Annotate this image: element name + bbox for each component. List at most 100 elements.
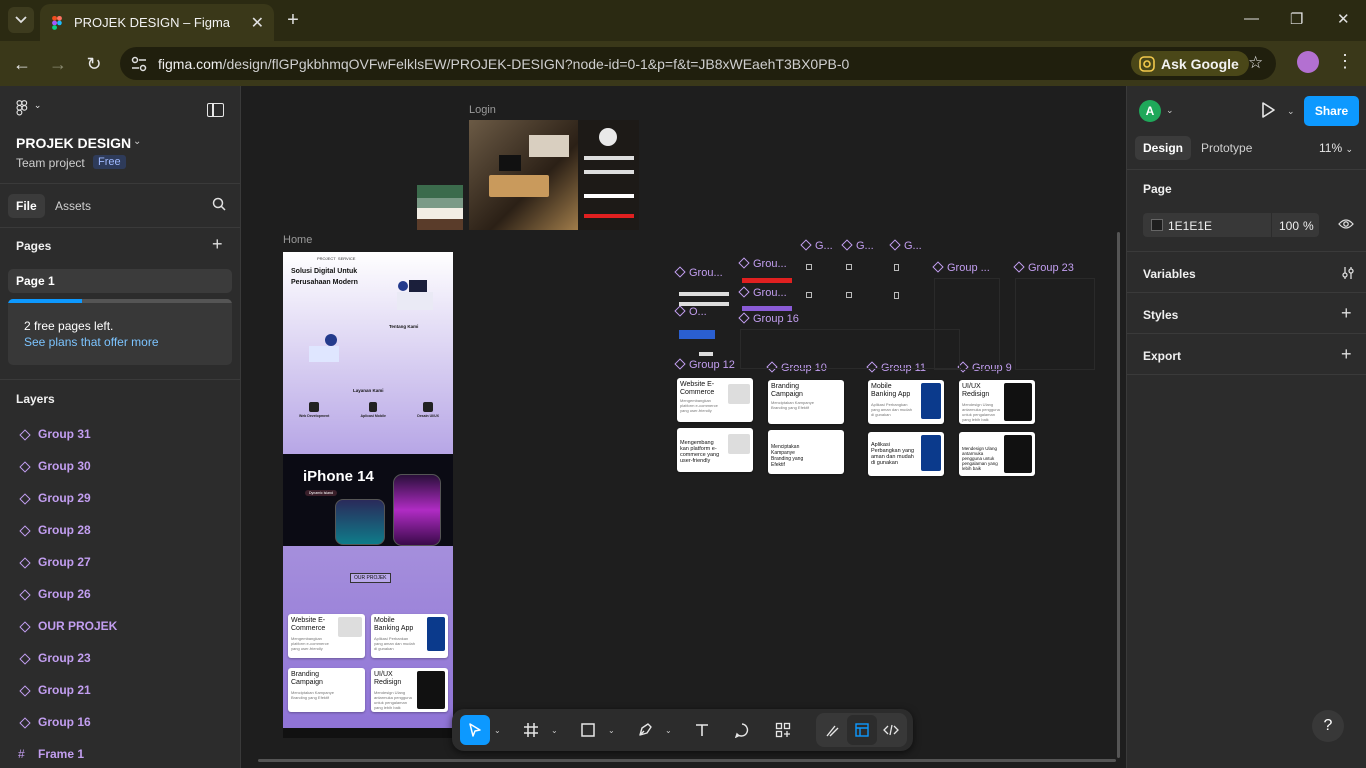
site-settings-icon[interactable] bbox=[130, 55, 148, 73]
home-frame[interactable]: PROJECT SERVICE Solusi Digital Untuk Per… bbox=[283, 252, 453, 738]
help-button[interactable]: ? bbox=[1312, 710, 1344, 742]
see-plans-link[interactable]: See plans that offer more bbox=[24, 335, 159, 349]
bookmark-star-icon[interactable]: ☆ bbox=[1248, 53, 1263, 73]
tab-design[interactable]: Design bbox=[1135, 136, 1192, 160]
component-group[interactable] bbox=[934, 278, 1000, 370]
layer-item[interactable]: Group 30 bbox=[18, 458, 91, 474]
visibility-eye-icon[interactable] bbox=[1338, 218, 1354, 230]
board-card[interactable]: Aplikasi Perbangkan yang aman dan mudah … bbox=[868, 432, 944, 476]
draw-mode-button[interactable] bbox=[818, 715, 848, 745]
board-card[interactable]: Website E-Commerce Mengembangkan platform… bbox=[677, 378, 753, 422]
design-mode-button[interactable] bbox=[847, 715, 877, 745]
dev-mode-button[interactable] bbox=[876, 715, 906, 745]
component-group[interactable] bbox=[677, 282, 733, 364]
tab-search-button[interactable] bbox=[8, 7, 34, 33]
group-label[interactable]: G... bbox=[841, 239, 874, 252]
project-name[interactable]: PROJEK DESIGN bbox=[16, 135, 131, 151]
frame-tool-button[interactable] bbox=[516, 715, 546, 745]
board-card[interactable]: Mobile Banking App Aplikasi Perbangkan ya… bbox=[868, 380, 944, 424]
design-canvas[interactable]: Login Home PROJECT SERVICE Solusi Digita… bbox=[241, 86, 1126, 768]
add-page-icon[interactable]: + bbox=[212, 234, 223, 255]
background-hex[interactable]: 1E1E1E bbox=[1168, 219, 1212, 233]
minimize-icon[interactable]: — bbox=[1244, 10, 1259, 27]
wall-frames-shape bbox=[529, 135, 569, 157]
group-label[interactable]: Group 16 bbox=[738, 312, 799, 325]
pen-tool-button[interactable] bbox=[630, 715, 660, 745]
chevron-down-icon[interactable]: ⌄ bbox=[494, 726, 501, 735]
reload-icon[interactable]: ↻ bbox=[82, 52, 106, 76]
chevron-down-icon[interactable]: ⌄ bbox=[665, 726, 672, 735]
vertical-scrollbar[interactable] bbox=[1117, 232, 1120, 758]
layer-item[interactable]: Group 23 bbox=[18, 650, 91, 666]
board-card[interactable]: UI/UX Redisign Mendesign Ulang antarmuka … bbox=[959, 380, 1035, 424]
layer-item[interactable]: Group 27 bbox=[18, 554, 91, 570]
text-tool-button[interactable] bbox=[687, 715, 717, 745]
main-menu-button[interactable]: ⌄ bbox=[16, 100, 46, 120]
profile-avatar[interactable] bbox=[1297, 51, 1319, 73]
component-group[interactable] bbox=[740, 277, 794, 313]
forward-icon[interactable]: → bbox=[46, 52, 70, 76]
background-swatch[interactable] bbox=[1151, 219, 1163, 231]
address-bar[interactable]: figma.com/design/flGPgkbhmqOVFwFelklsEW/… bbox=[120, 47, 1276, 80]
chevron-down-icon[interactable]: ⌄ bbox=[1166, 105, 1174, 116]
zoom-level[interactable]: 11% ⌄ bbox=[1319, 141, 1353, 155]
browser-tab[interactable]: PROJEK DESIGN – Figma ✕ bbox=[40, 4, 274, 41]
share-button[interactable]: Share bbox=[1304, 96, 1359, 126]
back-icon[interactable]: ← bbox=[10, 52, 34, 76]
layer-item[interactable]: # Frame 1 bbox=[18, 746, 84, 762]
group-label[interactable]: Group ... bbox=[932, 261, 990, 274]
chevron-down-icon[interactable]: ⌄ bbox=[608, 726, 615, 735]
layer-item[interactable]: OUR PROJEK bbox=[18, 618, 117, 634]
background-opacity[interactable]: 100 bbox=[1279, 219, 1299, 233]
tab-assets[interactable]: Assets bbox=[47, 194, 99, 218]
browser-menu-icon[interactable]: ⋮ bbox=[1336, 51, 1354, 72]
page-background-field[interactable]: 1E1E1E 100 % bbox=[1143, 213, 1319, 237]
component-group[interactable] bbox=[1015, 278, 1095, 370]
layer-item[interactable]: Group 21 bbox=[18, 682, 91, 698]
add-style-icon[interactable]: + bbox=[1341, 303, 1352, 324]
board-card[interactable]: Mendesign Ulang antarmuka pengguna untuk… bbox=[959, 432, 1035, 476]
group-label[interactable]: G... bbox=[889, 239, 922, 252]
tab-prototype[interactable]: Prototype bbox=[1193, 136, 1260, 160]
chevron-down-icon[interactable]: ⌄ bbox=[551, 726, 558, 735]
icon-groups[interactable] bbox=[804, 252, 924, 326]
new-tab-button[interactable]: + bbox=[282, 9, 304, 31]
layer-item[interactable]: Group 31 bbox=[18, 426, 91, 442]
group-label[interactable]: G... bbox=[800, 239, 833, 252]
variables-settings-icon[interactable] bbox=[1341, 266, 1355, 280]
group-label[interactable]: Group 23 bbox=[1013, 261, 1074, 274]
search-icon[interactable] bbox=[212, 197, 226, 211]
board-card[interactable]: Branding Campaign Menciptakan Kampanye Br… bbox=[768, 380, 844, 424]
board-card[interactable]: Menciptakan Kampanye Branding yang Efekt… bbox=[768, 430, 844, 474]
comment-tool-button[interactable] bbox=[727, 715, 757, 745]
login-frame[interactable] bbox=[469, 120, 639, 230]
actions-tool-button[interactable] bbox=[768, 715, 798, 745]
horizontal-scrollbar[interactable] bbox=[258, 759, 1116, 762]
layer-item[interactable]: Group 29 bbox=[18, 490, 91, 506]
chevron-down-icon[interactable]: ⌄ bbox=[1287, 106, 1295, 117]
frame-label-home[interactable]: Home bbox=[283, 234, 312, 246]
component-group[interactable] bbox=[740, 329, 960, 369]
close-tab-icon[interactable]: ✕ bbox=[251, 13, 264, 33]
close-window-icon[interactable]: ✕ bbox=[1337, 10, 1350, 28]
user-avatar[interactable]: A bbox=[1139, 100, 1161, 122]
layer-item[interactable]: Group 16 bbox=[18, 714, 91, 730]
group-label[interactable]: Grou... bbox=[674, 266, 723, 279]
board-card[interactable]: Mengembang kan platform e-commerce yang … bbox=[677, 428, 753, 472]
group-label[interactable]: Grou... bbox=[738, 257, 787, 270]
layer-item[interactable]: Group 26 bbox=[18, 586, 91, 602]
tab-file[interactable]: File bbox=[8, 194, 45, 218]
frame-label-login[interactable]: Login bbox=[469, 104, 496, 116]
color-swatches[interactable] bbox=[417, 185, 463, 230]
present-play-icon[interactable] bbox=[1261, 102, 1275, 118]
service-label: Desain UI/UX bbox=[417, 414, 439, 418]
chevron-down-icon[interactable]: ⌄ bbox=[133, 136, 141, 147]
add-export-icon[interactable]: + bbox=[1341, 344, 1352, 365]
maximize-icon[interactable]: ❐ bbox=[1290, 10, 1303, 28]
shape-tool-button[interactable] bbox=[573, 715, 603, 745]
toggle-sidebar-icon[interactable] bbox=[207, 103, 224, 117]
page-item-page-1[interactable]: Page 1 bbox=[8, 269, 232, 293]
ask-google-button[interactable]: Ask Google bbox=[1131, 51, 1249, 76]
layer-item[interactable]: Group 28 bbox=[18, 522, 91, 538]
move-tool-button[interactable] bbox=[460, 715, 490, 745]
